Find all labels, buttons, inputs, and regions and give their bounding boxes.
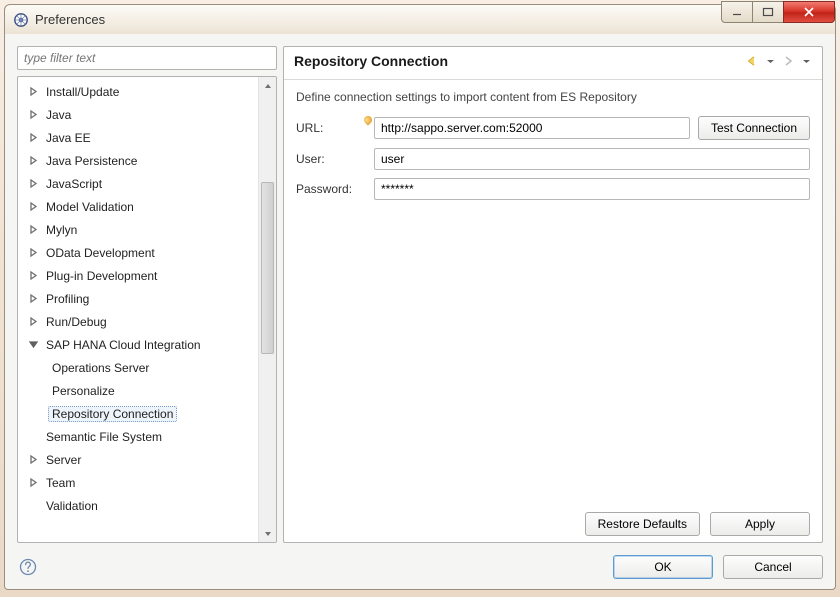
password-field[interactable] <box>374 178 810 200</box>
url-label: URL: <box>296 121 366 135</box>
field-decorator-icon <box>366 117 374 139</box>
tree-item-label: Java EE <box>42 130 95 146</box>
tree-item-label: OData Development <box>42 245 159 261</box>
restore-defaults-button[interactable]: Restore Defaults <box>585 512 700 536</box>
tree-item-label: Install/Update <box>42 84 123 100</box>
tree-item-label: Plug-in Development <box>42 268 161 284</box>
preferences-window: Preferences Install/Update Java Java EE Jav… <box>4 4 836 590</box>
tree-item-label: SAP HANA Cloud Integration <box>42 337 205 353</box>
tree-item[interactable]: Model Validation <box>18 195 258 218</box>
detail-pane: Repository Connection <box>283 46 823 543</box>
expand-icon[interactable] <box>26 154 40 168</box>
tree-item[interactable]: Personalize <box>18 379 258 402</box>
expand-icon[interactable] <box>26 499 40 513</box>
tree-item-label: Java <box>42 107 75 123</box>
scroll-up-icon[interactable] <box>259 77 276 94</box>
tree-item[interactable]: Repository Connection <box>18 402 258 425</box>
expand-icon[interactable] <box>26 453 40 467</box>
preferences-tree[interactable]: Install/Update Java Java EE Java Persistenc… <box>18 77 258 542</box>
tree-item[interactable]: OData Development <box>18 241 258 264</box>
tree-item-label: Personalize <box>48 383 119 399</box>
help-icon[interactable] <box>17 556 39 578</box>
tree-item[interactable]: Run/Debug <box>18 310 258 333</box>
tree-item-label: Mylyn <box>42 222 81 238</box>
tree-item-label: Profiling <box>42 291 93 307</box>
nav-back-icon[interactable] <box>744 53 760 69</box>
cancel-button[interactable]: Cancel <box>723 555 823 579</box>
expand-icon[interactable] <box>26 223 40 237</box>
scroll-thumb[interactable] <box>261 182 274 354</box>
tree-item[interactable]: Server <box>18 448 258 471</box>
ok-button[interactable]: OK <box>613 555 713 579</box>
tree-item-label: Repository Connection <box>48 406 177 422</box>
tree-item[interactable]: Install/Update <box>18 80 258 103</box>
expand-icon[interactable] <box>26 292 40 306</box>
maximize-button[interactable] <box>752 1 784 23</box>
expand-icon[interactable] <box>26 177 40 191</box>
expand-icon[interactable] <box>26 246 40 260</box>
user-field[interactable] <box>374 148 810 170</box>
window-title: Preferences <box>35 12 105 27</box>
expand-icon[interactable] <box>26 200 40 214</box>
minimize-button[interactable] <box>721 1 753 23</box>
tree-item[interactable]: Validation <box>18 494 258 517</box>
expand-icon[interactable] <box>26 131 40 145</box>
tree-item[interactable]: Java Persistence <box>18 149 258 172</box>
tree-item-label: Team <box>42 475 79 491</box>
filter-input[interactable] <box>17 46 277 70</box>
tree-item[interactable]: Java <box>18 103 258 126</box>
page-description: Define connection settings to import con… <box>296 90 810 104</box>
tree-item-label: Java Persistence <box>42 153 141 169</box>
nav-forward-icon[interactable] <box>780 53 796 69</box>
expand-icon[interactable] <box>26 269 40 283</box>
page-title: Repository Connection <box>294 53 448 69</box>
expand-icon[interactable] <box>26 108 40 122</box>
close-button[interactable] <box>783 1 835 23</box>
tree-item[interactable]: Semantic File System <box>18 425 258 448</box>
tree-item[interactable]: Team <box>18 471 258 494</box>
titlebar[interactable]: Preferences <box>4 4 836 34</box>
tree-item[interactable]: Plug-in Development <box>18 264 258 287</box>
tree-item[interactable]: Operations Server <box>18 356 258 379</box>
expand-icon[interactable] <box>26 476 40 490</box>
tree-item-label: Validation <box>42 498 102 514</box>
nav-forward-menu-icon[interactable] <box>798 53 814 69</box>
tree-scrollbar[interactable] <box>258 77 276 542</box>
tree-item[interactable]: Java EE <box>18 126 258 149</box>
tree-item[interactable]: SAP HANA Cloud Integration <box>18 333 258 356</box>
expand-icon[interactable] <box>26 430 40 444</box>
nav-back-menu-icon[interactable] <box>762 53 778 69</box>
tree-pane: Install/Update Java Java EE Java Persistenc… <box>17 46 277 543</box>
tree-item-label: Model Validation <box>42 199 138 215</box>
tree-item-label: JavaScript <box>42 176 106 192</box>
tree-item[interactable]: Mylyn <box>18 218 258 241</box>
url-field[interactable] <box>374 117 690 139</box>
apply-button[interactable]: Apply <box>710 512 810 536</box>
tree-item-label: Operations Server <box>48 360 153 376</box>
test-connection-button[interactable]: Test Connection <box>698 116 810 140</box>
tree-item[interactable]: JavaScript <box>18 172 258 195</box>
tree-item[interactable]: Profiling <box>18 287 258 310</box>
app-icon <box>13 12 29 28</box>
tree-item-label: Run/Debug <box>42 314 111 330</box>
expand-icon[interactable] <box>26 315 40 329</box>
expand-icon[interactable] <box>26 85 40 99</box>
user-label: User: <box>296 152 366 166</box>
scroll-down-icon[interactable] <box>259 525 276 542</box>
tree-item-label: Semantic File System <box>42 429 166 445</box>
password-label: Password: <box>296 182 366 196</box>
tree-item-label: Server <box>42 452 85 468</box>
expand-icon[interactable] <box>26 338 40 352</box>
